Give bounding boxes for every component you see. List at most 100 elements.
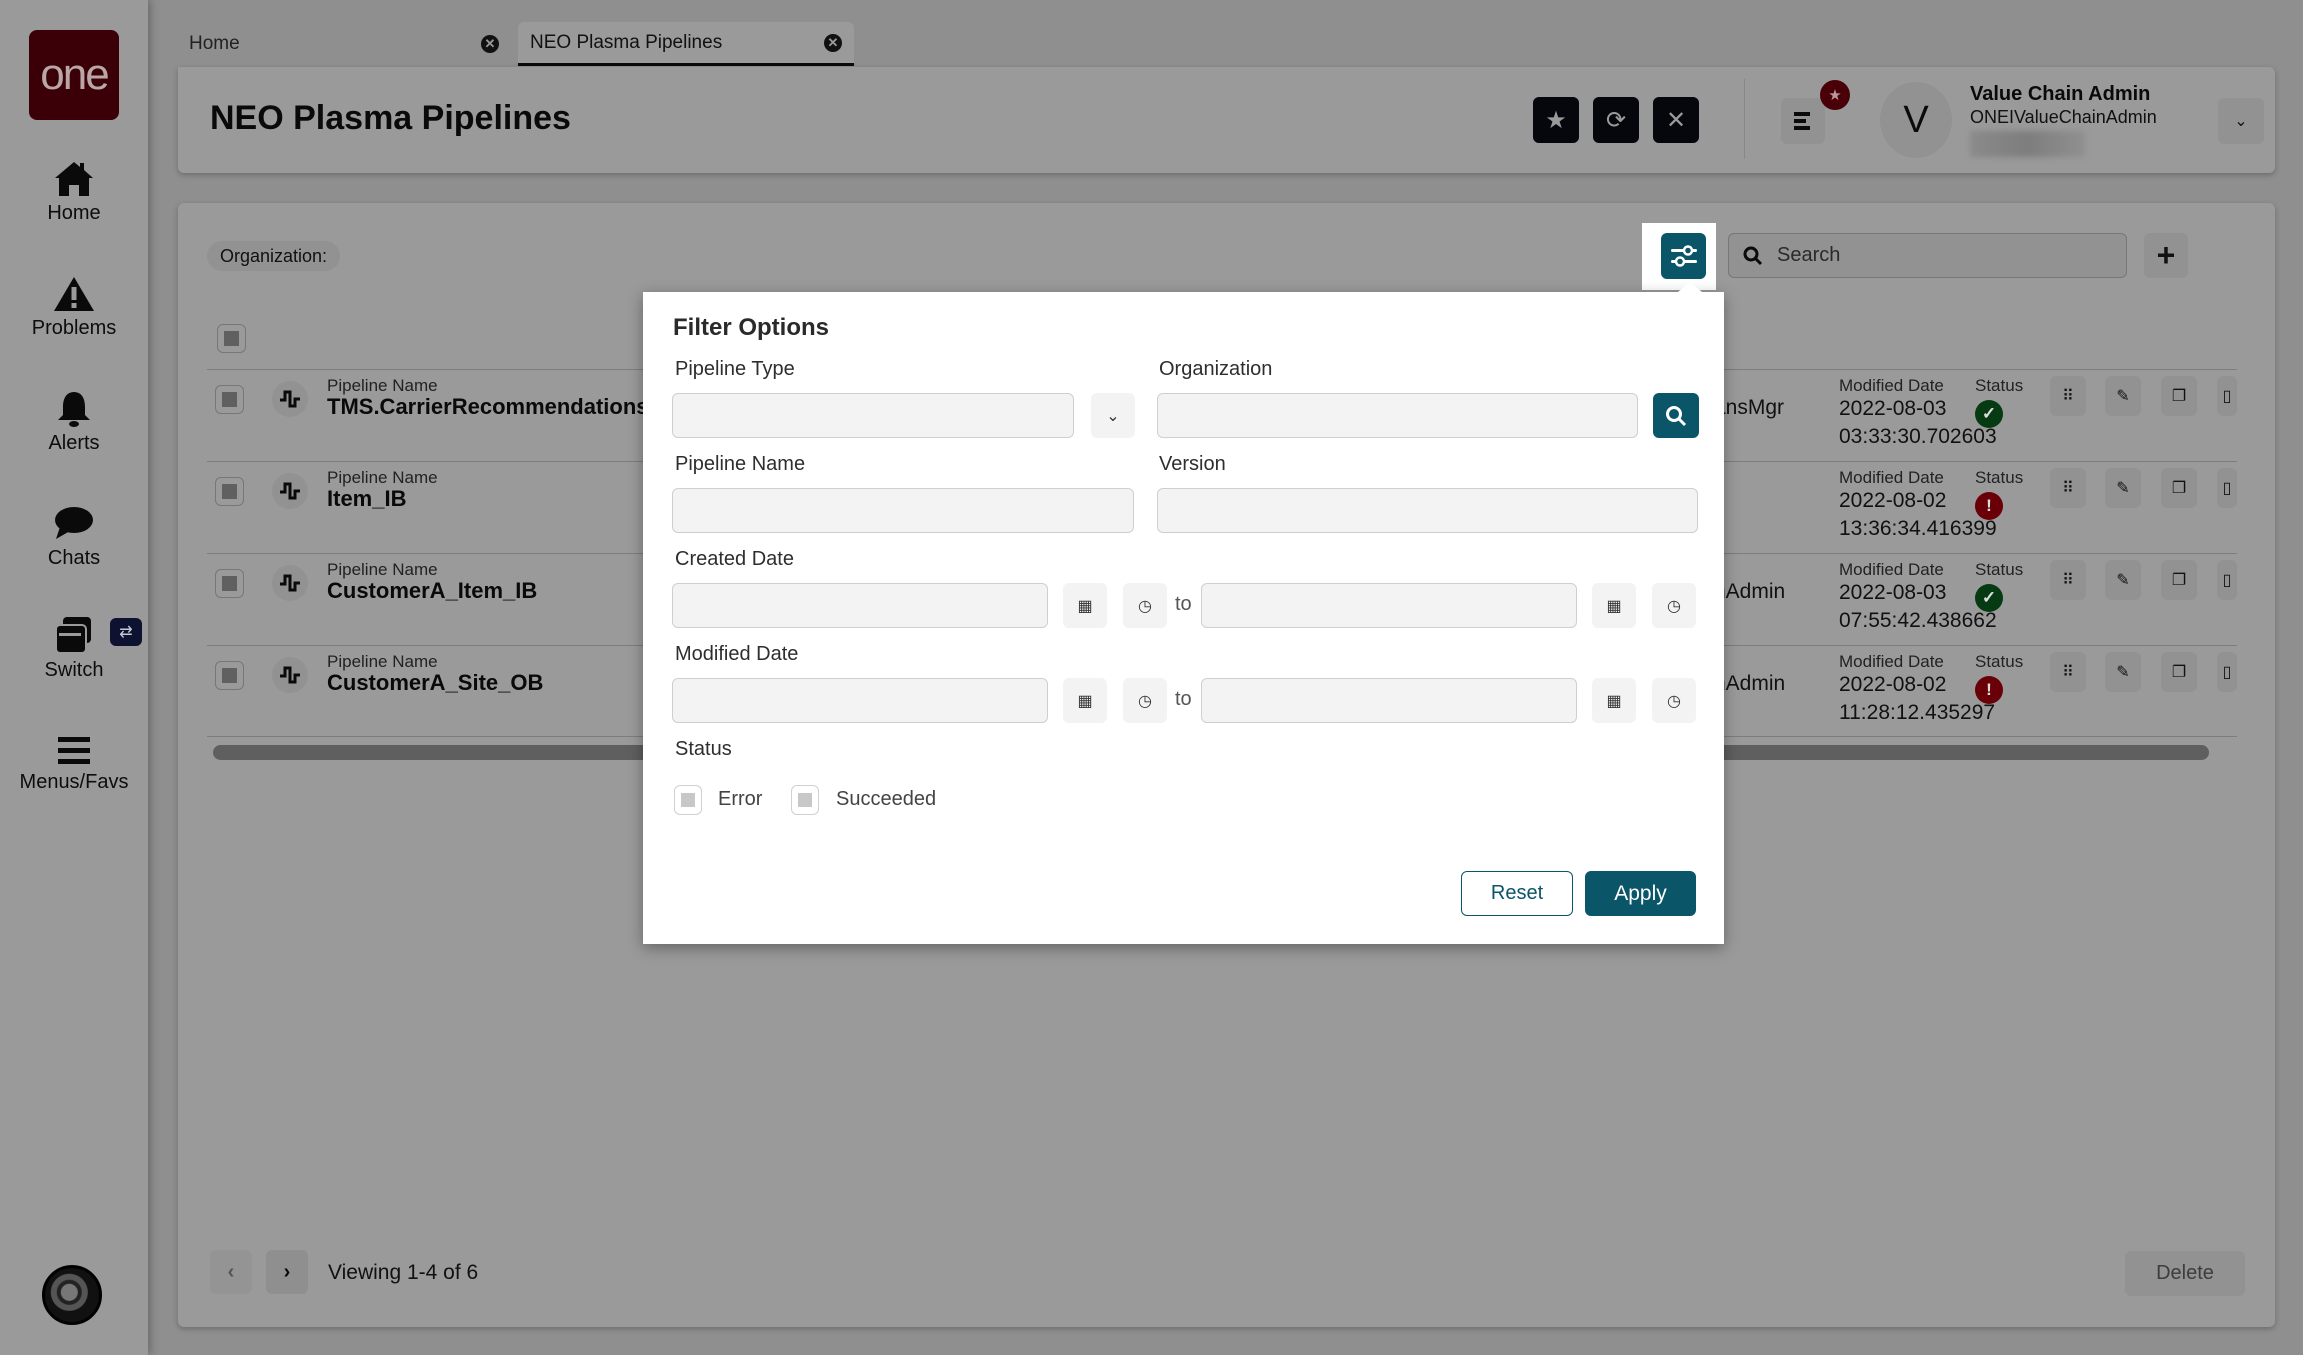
sidebar-item-home[interactable]: Home bbox=[0, 160, 148, 225]
sidebar-item-menus-favs[interactable]: Menus/Favs bbox=[0, 735, 148, 794]
created-date-from-input[interactable] bbox=[672, 583, 1048, 628]
filter-options-button[interactable] bbox=[1661, 233, 1706, 279]
status-error-icon: ! bbox=[1975, 676, 2003, 704]
copy-button[interactable]: ❐ bbox=[2161, 652, 2197, 692]
row-checkbox[interactable] bbox=[215, 477, 244, 506]
row-checkbox[interactable] bbox=[215, 661, 244, 690]
pipeline-signal-icon bbox=[272, 565, 308, 601]
edit-button[interactable]: ✎ bbox=[2105, 468, 2141, 508]
assistant-avatar[interactable] bbox=[42, 1265, 102, 1325]
delete-row-button[interactable]: ▯ bbox=[2217, 468, 2237, 508]
created-date-to-input[interactable] bbox=[1201, 583, 1577, 628]
modified-date-from-input[interactable] bbox=[672, 678, 1048, 723]
switch-arrows-icon[interactable]: ⇄ bbox=[110, 618, 142, 646]
status-succeeded-label: Succeeded bbox=[836, 788, 937, 810]
delete-row-button[interactable]: ▯ bbox=[2217, 652, 2237, 692]
search-input[interactable]: Search bbox=[1728, 233, 2127, 278]
modified-to-calendar-button[interactable]: ▦ bbox=[1592, 678, 1636, 723]
graph-icon: ⠿ bbox=[2062, 664, 2074, 681]
calendar-icon: ▦ bbox=[1606, 692, 1622, 710]
search-icon bbox=[1666, 405, 1687, 426]
view-graph-button[interactable]: ⠿ bbox=[2050, 560, 2086, 600]
sidebar-item-label: Chats bbox=[47, 547, 101, 569]
graph-icon: ⠿ bbox=[2062, 388, 2074, 405]
apply-button[interactable]: Apply bbox=[1585, 871, 1696, 916]
select-all-checkbox[interactable] bbox=[217, 324, 246, 353]
tab-home[interactable]: Home ✕ bbox=[177, 22, 511, 66]
pipeline-type-select[interactable] bbox=[672, 393, 1074, 438]
one-logo[interactable]: one bbox=[29, 30, 119, 120]
menu-icon bbox=[58, 737, 90, 764]
modified-to-time-button[interactable]: ◷ bbox=[1652, 678, 1696, 723]
delete-row-button[interactable]: ▯ bbox=[2217, 560, 2237, 600]
edit-button[interactable]: ✎ bbox=[2105, 560, 2141, 600]
pipeline-name-label: Pipeline Name bbox=[327, 560, 438, 579]
organization-search-button[interactable] bbox=[1653, 393, 1699, 438]
modified-date-label: Modified Date bbox=[1839, 652, 1944, 671]
trash-icon: ▯ bbox=[2222, 388, 2232, 405]
created-from-calendar-button[interactable]: ▦ bbox=[1063, 583, 1107, 628]
modified-from-time-button[interactable]: ◷ bbox=[1123, 678, 1167, 723]
row-checkbox[interactable] bbox=[215, 569, 244, 598]
previous-page-button[interactable]: ‹ bbox=[210, 1250, 252, 1294]
copy-button[interactable]: ❐ bbox=[2161, 560, 2197, 600]
version-input[interactable] bbox=[1157, 488, 1698, 533]
status-label: Status bbox=[1975, 376, 2024, 395]
edit-button[interactable]: ✎ bbox=[2105, 376, 2141, 416]
sidebar-item-label: Home bbox=[47, 202, 101, 224]
reset-button[interactable]: Reset bbox=[1461, 871, 1573, 916]
organization-label: Organization bbox=[1159, 358, 1273, 380]
created-to-calendar-button[interactable]: ▦ bbox=[1592, 583, 1636, 628]
edit-button[interactable]: ✎ bbox=[2105, 652, 2141, 692]
pipeline-type-dropdown-button[interactable]: ⌄ bbox=[1091, 393, 1135, 438]
copy-icon: ❐ bbox=[2171, 572, 2187, 589]
modified-from-calendar-button[interactable]: ▦ bbox=[1063, 678, 1107, 723]
user-avatar[interactable]: V bbox=[1880, 82, 1952, 158]
pipeline-name-input[interactable] bbox=[672, 488, 1134, 533]
delete-button[interactable]: Delete bbox=[2125, 1251, 2245, 1296]
user-detail-redacted bbox=[1970, 131, 2085, 157]
close-icon[interactable]: ✕ bbox=[824, 33, 842, 52]
pipeline-name[interactable]: CustomerA_Site_OB bbox=[327, 670, 543, 696]
copy-button[interactable]: ❐ bbox=[2161, 376, 2197, 416]
organization-input[interactable] bbox=[1157, 393, 1638, 438]
view-graph-button[interactable]: ⠿ bbox=[2050, 468, 2086, 508]
tab-neo-plasma-pipelines[interactable]: NEO Plasma Pipelines ✕ bbox=[518, 22, 854, 66]
next-page-button[interactable]: › bbox=[266, 1250, 308, 1294]
pipeline-name[interactable]: TMS.CarrierRecommendations~1 bbox=[327, 394, 674, 420]
modified-date-to-input[interactable] bbox=[1201, 678, 1577, 723]
to-label: to bbox=[1175, 688, 1192, 710]
close-page-button[interactable]: ✕ bbox=[1653, 97, 1699, 143]
copy-button[interactable]: ❐ bbox=[2161, 468, 2197, 508]
delete-row-button[interactable]: ▯ bbox=[2217, 376, 2237, 416]
pipeline-name-label: Pipeline Name bbox=[675, 453, 806, 475]
favorites-menu-button[interactable] bbox=[1781, 98, 1825, 144]
dialog-pointer bbox=[1678, 282, 1702, 292]
modified-date: 2022-08-03 bbox=[1839, 397, 1947, 420]
modified-date: 2022-08-03 bbox=[1839, 581, 1947, 604]
row-checkbox[interactable] bbox=[215, 385, 244, 414]
pipeline-name[interactable]: Item_IB bbox=[327, 486, 406, 512]
created-from-time-button[interactable]: ◷ bbox=[1123, 583, 1167, 628]
favorite-button[interactable]: ★ bbox=[1533, 97, 1579, 143]
sidebar-item-problems[interactable]: Problems bbox=[0, 275, 148, 340]
close-icon[interactable]: ✕ bbox=[481, 35, 499, 53]
add-pipeline-button[interactable]: + bbox=[2144, 233, 2188, 278]
view-graph-button[interactable]: ⠿ bbox=[2050, 376, 2086, 416]
pipeline-signal-icon bbox=[272, 381, 308, 417]
created-to-time-button[interactable]: ◷ bbox=[1652, 583, 1696, 628]
user-menu-dropdown[interactable]: ⌄ bbox=[2218, 98, 2264, 144]
status-error-checkbox[interactable] bbox=[674, 785, 702, 815]
sidebar-item-label: Switch bbox=[44, 659, 104, 681]
view-graph-button[interactable]: ⠿ bbox=[2050, 652, 2086, 692]
refresh-button[interactable]: ⟳ bbox=[1593, 97, 1639, 143]
clock-icon: ◷ bbox=[1667, 597, 1681, 615]
trash-icon: ▯ bbox=[2222, 480, 2232, 497]
chat-icon bbox=[55, 507, 93, 539]
sidebar-item-chats[interactable]: Chats bbox=[0, 505, 148, 570]
modified-date-label: Modified Date bbox=[1839, 376, 1944, 395]
status-succeeded-checkbox[interactable] bbox=[791, 785, 819, 815]
organization-filter-chip[interactable]: Organization: bbox=[207, 241, 341, 271]
sidebar-item-alerts[interactable]: Alerts bbox=[0, 390, 148, 455]
pipeline-name[interactable]: CustomerA_Item_IB bbox=[327, 578, 537, 604]
